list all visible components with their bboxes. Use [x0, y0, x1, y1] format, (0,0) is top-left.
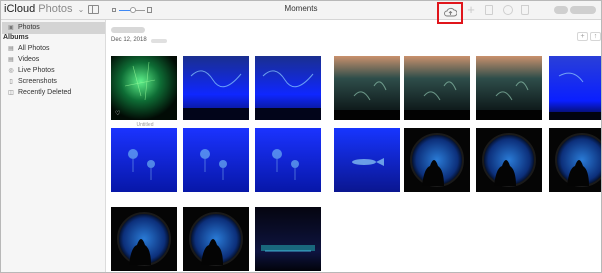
video-icon: ▤: [8, 57, 14, 63]
photo-thumbnail[interactable]: [111, 207, 177, 271]
photo-thumbnail[interactable]: [334, 56, 400, 120]
photo-thumbnail[interactable]: [183, 128, 249, 192]
sidebar-item-label: Recently Deleted: [18, 89, 72, 96]
photo-thumbnail[interactable]: [476, 56, 542, 120]
album-icon: ▤: [8, 46, 14, 52]
photo-grid: Dec 12, 2018 + ↑ ♡ Untitled: [107, 20, 601, 272]
toolbar: iCloud Photos ⌄ Moments +: [1, 1, 601, 24]
photo-thumbnail[interactable]: [549, 56, 601, 120]
favorite-icon[interactable]: [503, 5, 513, 15]
photo-thumbnail[interactable]: [476, 128, 542, 192]
albums-heading: Albums: [3, 34, 29, 41]
photos-icon: ▣: [8, 25, 14, 31]
moment-location: [111, 27, 145, 33]
account-menu[interactable]: [554, 5, 598, 15]
photo-thumbnail[interactable]: [255, 56, 321, 120]
moment-date: Dec 12, 2018: [111, 37, 147, 43]
photo-thumbnail[interactable]: [183, 207, 249, 271]
photo-thumbnail[interactable]: [183, 56, 249, 120]
heart-icon: ♡: [115, 111, 121, 117]
photo-thumbnail[interactable]: ♡: [111, 56, 177, 120]
photo-thumbnail[interactable]: [404, 56, 470, 120]
account-avatar: [554, 6, 568, 14]
trash-icon: ◫: [8, 90, 14, 96]
sidebar-item-label: Photos: [18, 24, 40, 31]
sidebar-item-photos[interactable]: ▣ Photos: [2, 22, 105, 34]
upload-icon[interactable]: [444, 7, 457, 17]
add-icon[interactable]: +: [466, 3, 476, 16]
photo-thumbnail[interactable]: [255, 207, 321, 271]
photo-thumbnail[interactable]: [255, 128, 321, 192]
sidebar: ▣ Photos Albums ▤ All Photos ▤ Videos ◎ …: [1, 20, 106, 272]
sidebar-item-recently-deleted[interactable]: ◫ Recently Deleted: [2, 87, 105, 99]
account-name: [570, 6, 596, 14]
delete-icon[interactable]: [521, 5, 529, 15]
photo-thumbnail[interactable]: [334, 128, 400, 192]
photo-thumbnail[interactable]: [111, 128, 177, 192]
share-icon[interactable]: [485, 5, 493, 15]
icloud-photos-window: iCloud Photos ⌄ Moments + ▣ Photos Album…: [0, 0, 602, 273]
photo-thumbnail[interactable]: [404, 128, 470, 192]
photo-thumbnail[interactable]: [549, 128, 601, 192]
moment-header: Dec 12, 2018: [111, 27, 167, 43]
share-moment-button[interactable]: ↑: [590, 32, 601, 41]
moment-sublocation: [151, 39, 167, 43]
add-to-album-button[interactable]: +: [577, 32, 588, 41]
live-photos-icon: ◎: [8, 68, 14, 74]
screenshot-icon: ▯: [9, 79, 13, 85]
